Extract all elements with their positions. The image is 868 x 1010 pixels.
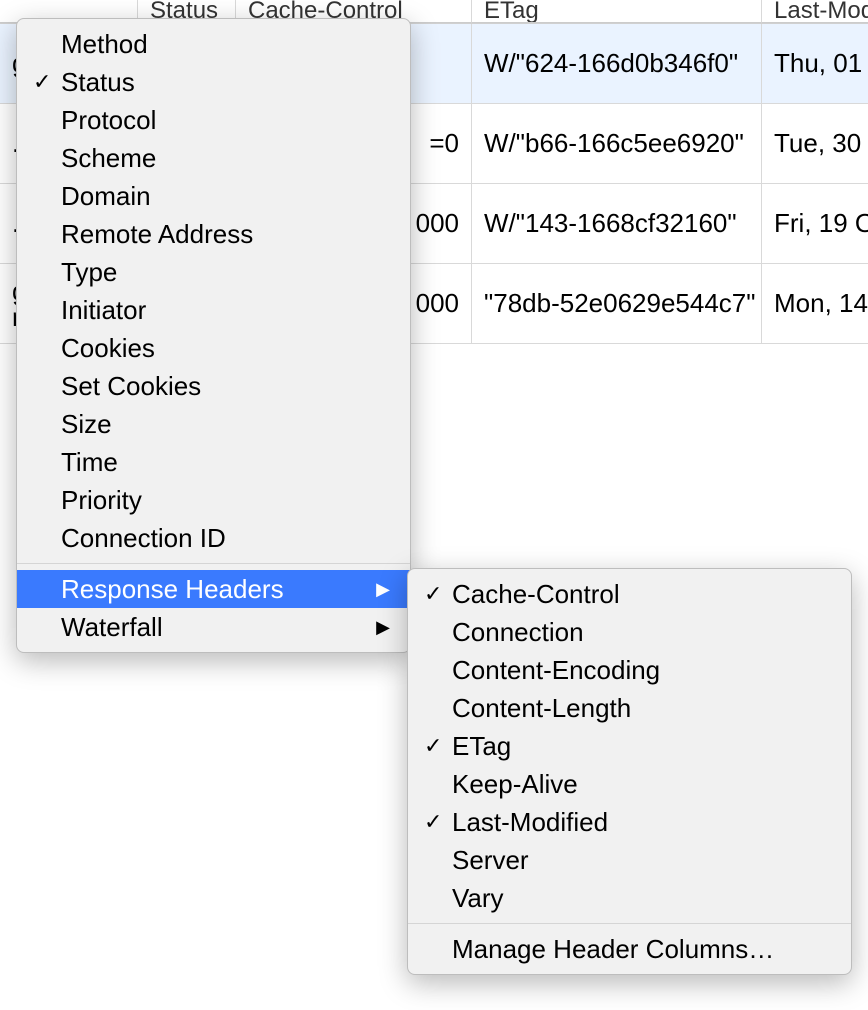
cell-last-modified: Fri, 19 Oc (762, 184, 868, 264)
menu-item-label: Waterfall (61, 612, 368, 643)
menu-item-label: Time (61, 447, 390, 478)
menu-item-cookies[interactable]: Cookies (17, 329, 410, 367)
col-last-modified[interactable]: Last-Mod (762, 0, 868, 23)
menu-item-status[interactable]: ✓Status (17, 63, 410, 101)
menu-item-label: Set Cookies (61, 371, 390, 402)
menu-item-label: Scheme (61, 143, 390, 174)
menu-item-method[interactable]: Method (17, 25, 410, 63)
menu-item-label: Content-Encoding (452, 655, 831, 686)
chevron-right-icon: ▶ (376, 617, 390, 638)
menu-item-label: Priority (61, 485, 390, 516)
submenu-item-vary[interactable]: Vary (408, 879, 851, 917)
menu-item-label: Response Headers (61, 574, 368, 605)
check-icon: ✓ (33, 69, 61, 95)
menu-item-label: Size (61, 409, 390, 440)
menu-item-label: Vary (452, 883, 831, 914)
menu-item-label: Method (61, 29, 390, 60)
menu-item-label: Cache-Control (452, 579, 831, 610)
menu-item-scheme[interactable]: Scheme (17, 139, 410, 177)
menu-item-label: Keep-Alive (452, 769, 831, 800)
submenu-item-server[interactable]: Server (408, 841, 851, 879)
cell-last-modified: Mon, 14 M (762, 264, 868, 344)
menu-item-domain[interactable]: Domain (17, 177, 410, 215)
menu-item-label: Server (452, 845, 831, 876)
check-icon: ✓ (424, 733, 452, 759)
menu-item-initiator[interactable]: Initiator (17, 291, 410, 329)
menu-item-label: ETag (452, 731, 831, 762)
submenu-item-cache-control[interactable]: ✓Cache-Control (408, 575, 851, 613)
menu-item-remote-address[interactable]: Remote Address (17, 215, 410, 253)
menu-item-size[interactable]: Size (17, 405, 410, 443)
cell-last-modified: Thu, 01 N (762, 24, 868, 104)
menu-item-label: Last-Modified (452, 807, 831, 838)
submenu-item-etag[interactable]: ✓ETag (408, 727, 851, 765)
submenu-item-last-modified[interactable]: ✓Last-Modified (408, 803, 851, 841)
menu-item-label: Type (61, 257, 390, 288)
menu-item-label: Cookies (61, 333, 390, 364)
chevron-right-icon: ▶ (376, 579, 390, 600)
menu-item-connection-id[interactable]: Connection ID (17, 519, 410, 557)
menu-separator (17, 563, 410, 564)
menu-item-label: Initiator (61, 295, 390, 326)
menu-item-time[interactable]: Time (17, 443, 410, 481)
cell-etag: W/"624-166d0b346f0" (472, 24, 762, 104)
submenu-response-headers[interactable]: Response Headers ▶ (17, 570, 410, 608)
menu-item-label: Protocol (61, 105, 390, 136)
column-context-menu: Method✓Status Protocol Scheme Domain Remote … (16, 18, 411, 653)
submenu-waterfall[interactable]: Waterfall ▶ (17, 608, 410, 646)
response-headers-submenu: ✓Cache-ControlConnectionContent-Encoding… (407, 568, 852, 975)
submenu-item-keep-alive[interactable]: Keep-Alive (408, 765, 851, 803)
menu-item-label: Remote Address (61, 219, 390, 250)
menu-item-label: Connection (452, 617, 831, 648)
menu-item-label: Connection ID (61, 523, 390, 554)
check-icon: ✓ (424, 809, 452, 835)
cell-etag: W/"143-1668cf32160" (472, 184, 762, 264)
cell-etag: W/"b66-166c5ee6920" (472, 104, 762, 184)
col-etag[interactable]: ETag (472, 0, 762, 23)
check-icon: ✓ (424, 581, 452, 607)
cell-last-modified: Tue, 30 O (762, 104, 868, 184)
submenu-item-content-encoding[interactable]: Content-Encoding (408, 651, 851, 689)
cell-etag: "78db-52e0629e544c7" (472, 264, 762, 344)
menu-item-set-cookies[interactable]: Set Cookies (17, 367, 410, 405)
menu-separator (408, 923, 851, 924)
submenu-item-content-length[interactable]: Content-Length (408, 689, 851, 727)
menu-item-type[interactable]: Type (17, 253, 410, 291)
menu-item-label: Status (61, 67, 390, 98)
menu-item-label: Content-Length (452, 693, 831, 724)
menu-item-priority[interactable]: Priority (17, 481, 410, 519)
menu-item-label: Domain (61, 181, 390, 212)
submenu-item-connection[interactable]: Connection (408, 613, 851, 651)
manage-header-columns[interactable]: Manage Header Columns… (408, 930, 851, 968)
menu-item-protocol[interactable]: Protocol (17, 101, 410, 139)
